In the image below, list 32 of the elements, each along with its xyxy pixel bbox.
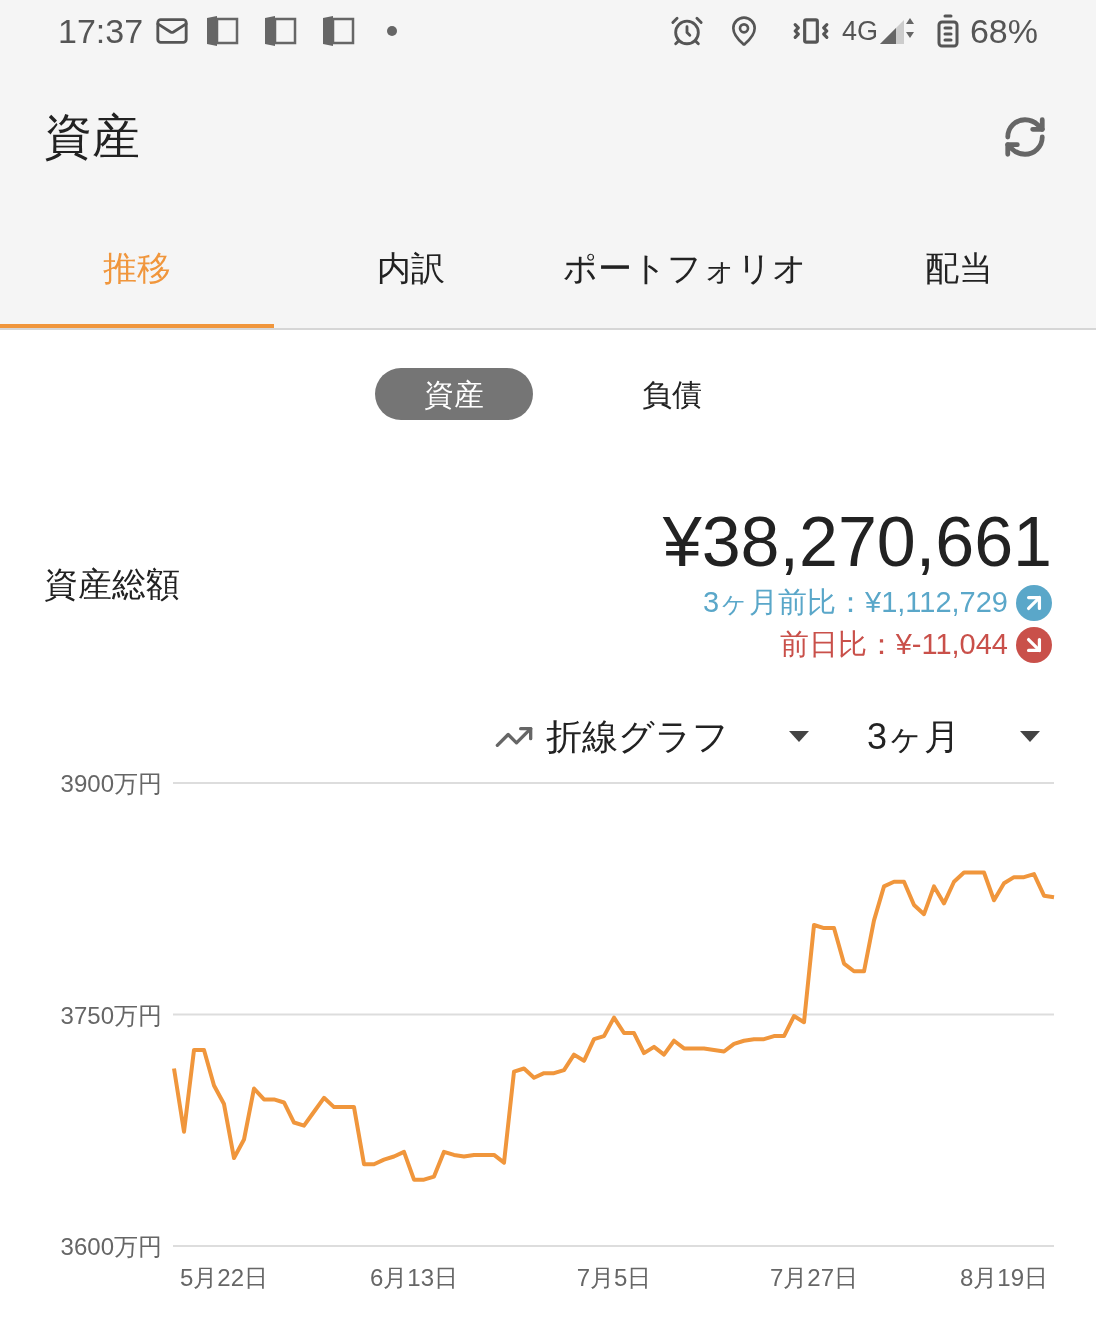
network-type: 4G [841, 14, 878, 48]
y-axis-label: 3900万円 [60, 770, 162, 797]
caret-icon [788, 731, 809, 743]
notification-icon [263, 16, 298, 46]
change-text: 3ヶ月前比：¥1,112,729 [702, 585, 1008, 621]
segment-toggle[interactable]: 負債 [593, 368, 751, 420]
total-label: 資産総額 [44, 563, 180, 605]
battery-level: 68% [969, 10, 1038, 52]
y-axis-label: 3750万円 [60, 1001, 162, 1029]
x-axis-label: 5月22日 [180, 1264, 268, 1291]
x-axis-label: 8月19日 [960, 1264, 1048, 1291]
arrow-down-right-icon [1016, 627, 1052, 663]
tab[interactable]: 配当 [822, 212, 1096, 328]
total-amount: ¥38,270,661 [662, 502, 1052, 582]
y-axis-label: 3600万円 [60, 1233, 162, 1260]
x-axis-label: 7月27日 [770, 1264, 858, 1291]
x-axis-label: 6月13日 [370, 1264, 458, 1291]
notification-icon [205, 16, 240, 46]
notification-icon [321, 16, 356, 46]
dot-icon [387, 26, 398, 36]
tab[interactable]: 内訳 [274, 212, 548, 328]
dropdown[interactable]: 3ヶ月 [866, 710, 1040, 764]
change-text: 前日比：¥-11,044 [779, 627, 1008, 663]
arrow-up-right-icon [1016, 585, 1052, 621]
clock-time: 17:37 [58, 10, 144, 52]
tab[interactable]: ポートフォリオ [548, 212, 822, 328]
x-axis-label: 7月5日 [576, 1264, 652, 1291]
page-title: 資産 [44, 109, 140, 165]
alarm-clock-icon [669, 14, 704, 48]
dropdown[interactable]: 折線グラフ [493, 710, 809, 764]
segment-toggle[interactable]: 資産 [375, 368, 533, 420]
caret-icon [1020, 731, 1040, 743]
